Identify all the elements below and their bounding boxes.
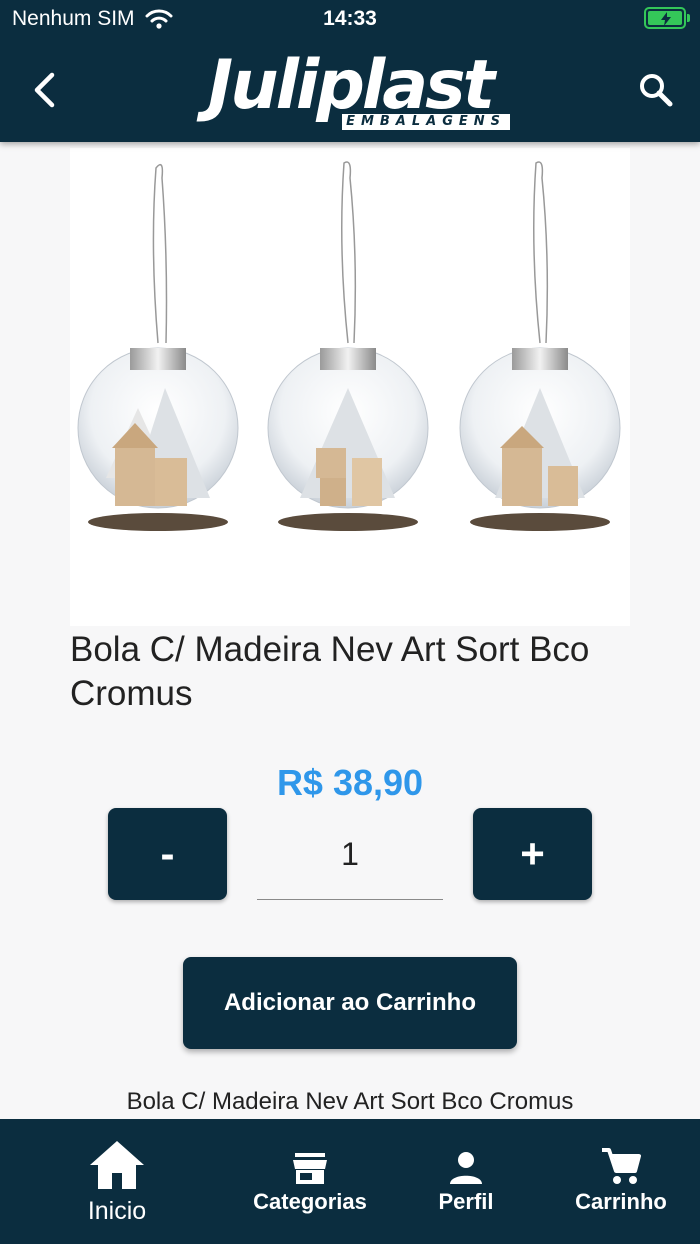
tab-inicio[interactable]: Inicio — [57, 1119, 177, 1244]
home-icon — [90, 1141, 144, 1189]
tab-categorias[interactable]: Categorias — [245, 1119, 375, 1244]
cart-icon — [602, 1148, 641, 1184]
search-icon — [640, 74, 673, 107]
product-image — [70, 148, 630, 626]
status-bar: Nenhum SIM 14:33 — [0, 0, 700, 40]
store-icon — [293, 1153, 327, 1184]
product-description: Bola C/ Madeira Nev Art Sort Bco Cromus — [126, 1088, 574, 1115]
tab-label: Inicio — [87, 1197, 147, 1225]
product-price: R$ 38,90 — [276, 762, 424, 803]
quantity-field[interactable]: 1 — [257, 826, 443, 900]
tab-label: Carrinho — [575, 1189, 667, 1214]
tab-perfil[interactable]: Perfil — [420, 1119, 512, 1244]
back-button[interactable] — [24, 68, 64, 112]
product-title: Bola C/ Madeira Nev Art Sort Bco Cromus — [70, 630, 590, 713]
decrease-quantity-button[interactable]: - — [108, 808, 227, 900]
status-time: 14:33 — [323, 7, 377, 30]
ornament-1 — [77, 163, 239, 531]
person-icon — [450, 1152, 482, 1184]
chevron-left-icon — [34, 72, 55, 108]
ornament-3 — [459, 161, 621, 531]
tab-label: Perfil — [438, 1189, 494, 1214]
battery-icon — [644, 7, 690, 29]
ornament-2 — [267, 161, 429, 531]
search-button[interactable] — [634, 68, 678, 112]
tab-label: Categorias — [253, 1189, 367, 1214]
app-header: Juliplast EMBALAGENS — [0, 40, 700, 142]
increase-quantity-button[interactable]: + — [473, 808, 592, 900]
brand-logo: Juliplast EMBALAGENS — [180, 46, 520, 136]
tab-carrinho[interactable]: Carrinho — [565, 1119, 677, 1244]
add-to-cart-button[interactable]: Adicionar ao Carrinho — [183, 957, 517, 1049]
bottom-tab-bar: Inicio Categorias Perfil Carrinho — [0, 1119, 700, 1244]
top-bar: Nenhum SIM 14:33 Juliplast EMBALAGENS — [0, 0, 700, 142]
